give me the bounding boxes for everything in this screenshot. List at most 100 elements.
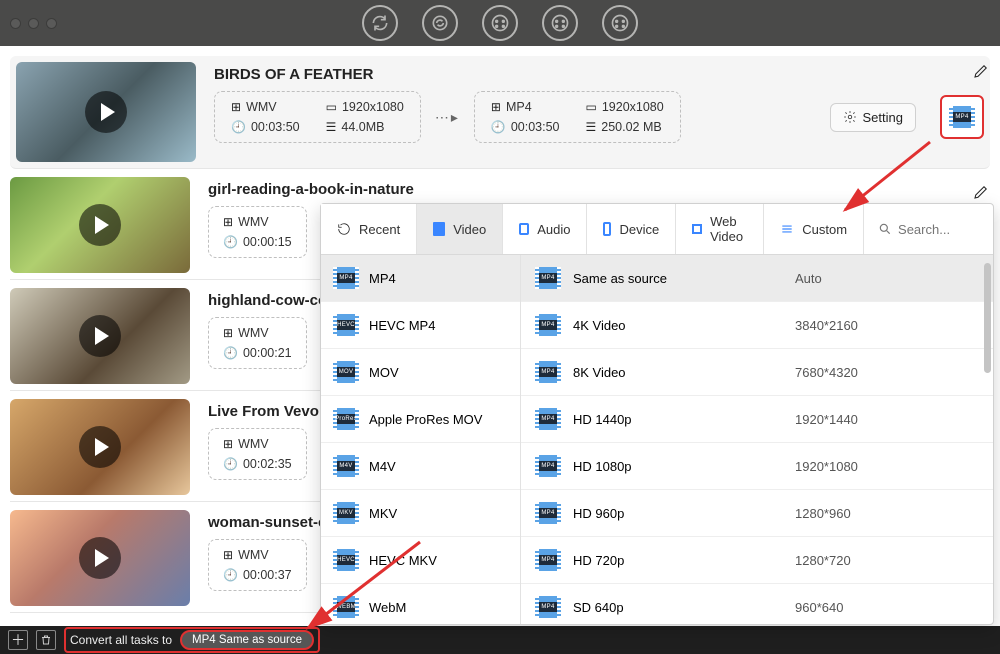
zoom-window-icon[interactable] xyxy=(46,18,57,29)
format-item[interactable]: MP4MP4 xyxy=(321,255,520,302)
format-label: HEVC MKV xyxy=(369,553,437,568)
preset-item[interactable]: MP4 SD 640p 960*640 xyxy=(521,584,993,624)
resolution-icon: ▭ xyxy=(586,100,597,114)
format-item[interactable]: ProRes Apple ProRes MOV xyxy=(321,396,520,443)
preset-item[interactable]: MP4HD 720p1280*720 xyxy=(521,537,993,584)
film-add-icon[interactable] xyxy=(542,5,578,41)
web-icon xyxy=(692,224,702,234)
source-duration: 00:00:21 xyxy=(243,346,292,360)
preset-item[interactable]: MP48K Video7680*4320 xyxy=(521,349,993,396)
arrow-right-icon: ⋯▸ xyxy=(435,109,460,126)
preset-item[interactable]: MP4HD 960p1280*960 xyxy=(521,490,993,537)
format-label: MKV xyxy=(369,506,397,521)
preset-name: HD 720p xyxy=(573,553,783,568)
source-duration: 00:00:15 xyxy=(243,235,292,249)
film-strip-icon: ⊞ xyxy=(223,548,233,562)
mp4-icon: MP4 xyxy=(535,502,561,524)
preset-item[interactable]: MP44K Video3840*2160 xyxy=(521,302,993,349)
source-info-box: ⊞WMV 🕘00:03:50 ▭1920x1080 ☰44.0MB xyxy=(214,91,421,143)
tab-custom[interactable]: Custom xyxy=(764,204,864,254)
tab-audio[interactable]: Audio xyxy=(503,204,587,254)
preset-resolution: 3840*2160 xyxy=(795,318,858,333)
tab-label: Web Video xyxy=(710,214,747,244)
tab-recent[interactable]: Recent xyxy=(321,204,417,254)
add-task-button[interactable]: ＋ xyxy=(8,630,28,650)
format-list[interactable]: MP4MP4 HEVC HEVC MP4 MOVMOV ProRes Apple ProR… xyxy=(321,255,521,624)
format-label: M4V xyxy=(369,459,396,474)
tab-web-video[interactable]: Web Video xyxy=(676,204,764,254)
preset-item[interactable]: MP4Same as sourceAuto xyxy=(521,255,993,302)
edit-icon[interactable] xyxy=(972,183,990,201)
tab-label: Custom xyxy=(802,222,847,237)
preset-list[interactable]: MP4Same as sourceAutoMP44K Video3840*216… xyxy=(521,255,993,624)
close-window-icon[interactable] xyxy=(10,18,21,29)
preset-name: SD 640p xyxy=(573,600,783,615)
clock-icon: 🕘 xyxy=(223,457,238,471)
sliders-icon xyxy=(780,222,794,236)
video-thumbnail[interactable] xyxy=(10,177,190,273)
source-resolution: 1920x1080 xyxy=(342,100,404,114)
preset-item[interactable]: MP4HD 1080p1920*1080 xyxy=(521,443,993,490)
scrollbar[interactable] xyxy=(984,263,991,373)
format-label: MP4 xyxy=(369,271,396,286)
format-label: MOV xyxy=(369,365,399,380)
tab-label: Video xyxy=(453,222,486,237)
source-info-box: ⊞WMV 🕘00:00:21 xyxy=(208,317,307,369)
video-thumbnail[interactable] xyxy=(10,288,190,384)
format-item[interactable]: MOVMOV xyxy=(321,349,520,396)
source-info-box: ⊞WMV 🕘00:02:35 xyxy=(208,428,307,480)
source-info-box: ⊞WMV 🕘00:00:15 xyxy=(208,206,307,258)
film-icon[interactable] xyxy=(482,5,518,41)
format-item[interactable]: HEVCHEVC MKV xyxy=(321,537,520,584)
task-row[interactable]: BIRDS OF A FEATHER ⊞WMV 🕘00:03:50 ▭1920x… xyxy=(10,56,990,169)
format-item[interactable]: MKVMKV xyxy=(321,490,520,537)
window-controls xyxy=(10,18,57,29)
clock-icon: 🕘 xyxy=(223,568,238,582)
mp4-icon: MP4 xyxy=(535,596,561,618)
tab-label: Audio xyxy=(537,222,570,237)
format-icon: ProRes xyxy=(333,408,359,430)
search-input[interactable] xyxy=(898,222,988,237)
format-label: HEVC MP4 xyxy=(369,318,435,333)
video-icon xyxy=(433,222,445,236)
setting-button[interactable]: Setting xyxy=(830,103,916,132)
edit-icon[interactable] xyxy=(972,62,990,80)
minimize-window-icon[interactable] xyxy=(28,18,39,29)
format-popover: Recent Video Audio Device Web Video Cust… xyxy=(320,203,994,625)
convert-all-format-pill[interactable]: MP4 Same as source xyxy=(180,630,314,650)
format-label: Apple ProRes MOV xyxy=(369,412,482,427)
video-thumbnail[interactable] xyxy=(10,510,190,606)
format-item[interactable]: WEBMWebM xyxy=(321,584,520,624)
delete-task-button[interactable] xyxy=(36,630,56,650)
tab-video[interactable]: Video xyxy=(417,204,503,254)
source-format: WMV xyxy=(238,437,269,451)
preset-resolution: 1920*1440 xyxy=(795,412,858,427)
preset-item[interactable]: MP4HD 1440p1920*1440 xyxy=(521,396,993,443)
sync-icon[interactable] xyxy=(362,5,398,41)
format-item[interactable]: M4V M4V xyxy=(321,443,520,490)
film-strip-icon: ⊞ xyxy=(231,100,241,114)
video-thumbnail[interactable] xyxy=(10,399,190,495)
play-icon[interactable] xyxy=(85,91,127,133)
play-icon[interactable] xyxy=(79,204,121,246)
play-icon[interactable] xyxy=(79,315,121,357)
preset-resolution: 960*640 xyxy=(795,600,843,615)
play-icon[interactable] xyxy=(79,426,121,468)
tab-device[interactable]: Device xyxy=(587,204,676,254)
search-icon xyxy=(878,222,892,236)
source-info-box: ⊞WMV 🕘00:00:37 xyxy=(208,539,307,591)
device-icon xyxy=(603,222,611,236)
bottom-bar: ＋ Convert all tasks to MP4 Same as sourc… xyxy=(0,626,1000,654)
output-format-button[interactable]: MP4 xyxy=(940,95,984,139)
format-item[interactable]: HEVC HEVC MP4 xyxy=(321,302,520,349)
format-icon: HEVC xyxy=(333,314,359,336)
refresh-icon[interactable] xyxy=(422,5,458,41)
video-thumbnail[interactable] xyxy=(16,62,196,162)
source-duration: 00:02:35 xyxy=(243,457,292,471)
search-box[interactable] xyxy=(864,204,1000,254)
play-icon[interactable] xyxy=(79,537,121,579)
film-convert-icon[interactable] xyxy=(602,5,638,41)
clock-icon: 🕘 xyxy=(231,120,246,134)
format-icon: M4V xyxy=(333,455,359,477)
clock-icon: 🕘 xyxy=(223,346,238,360)
